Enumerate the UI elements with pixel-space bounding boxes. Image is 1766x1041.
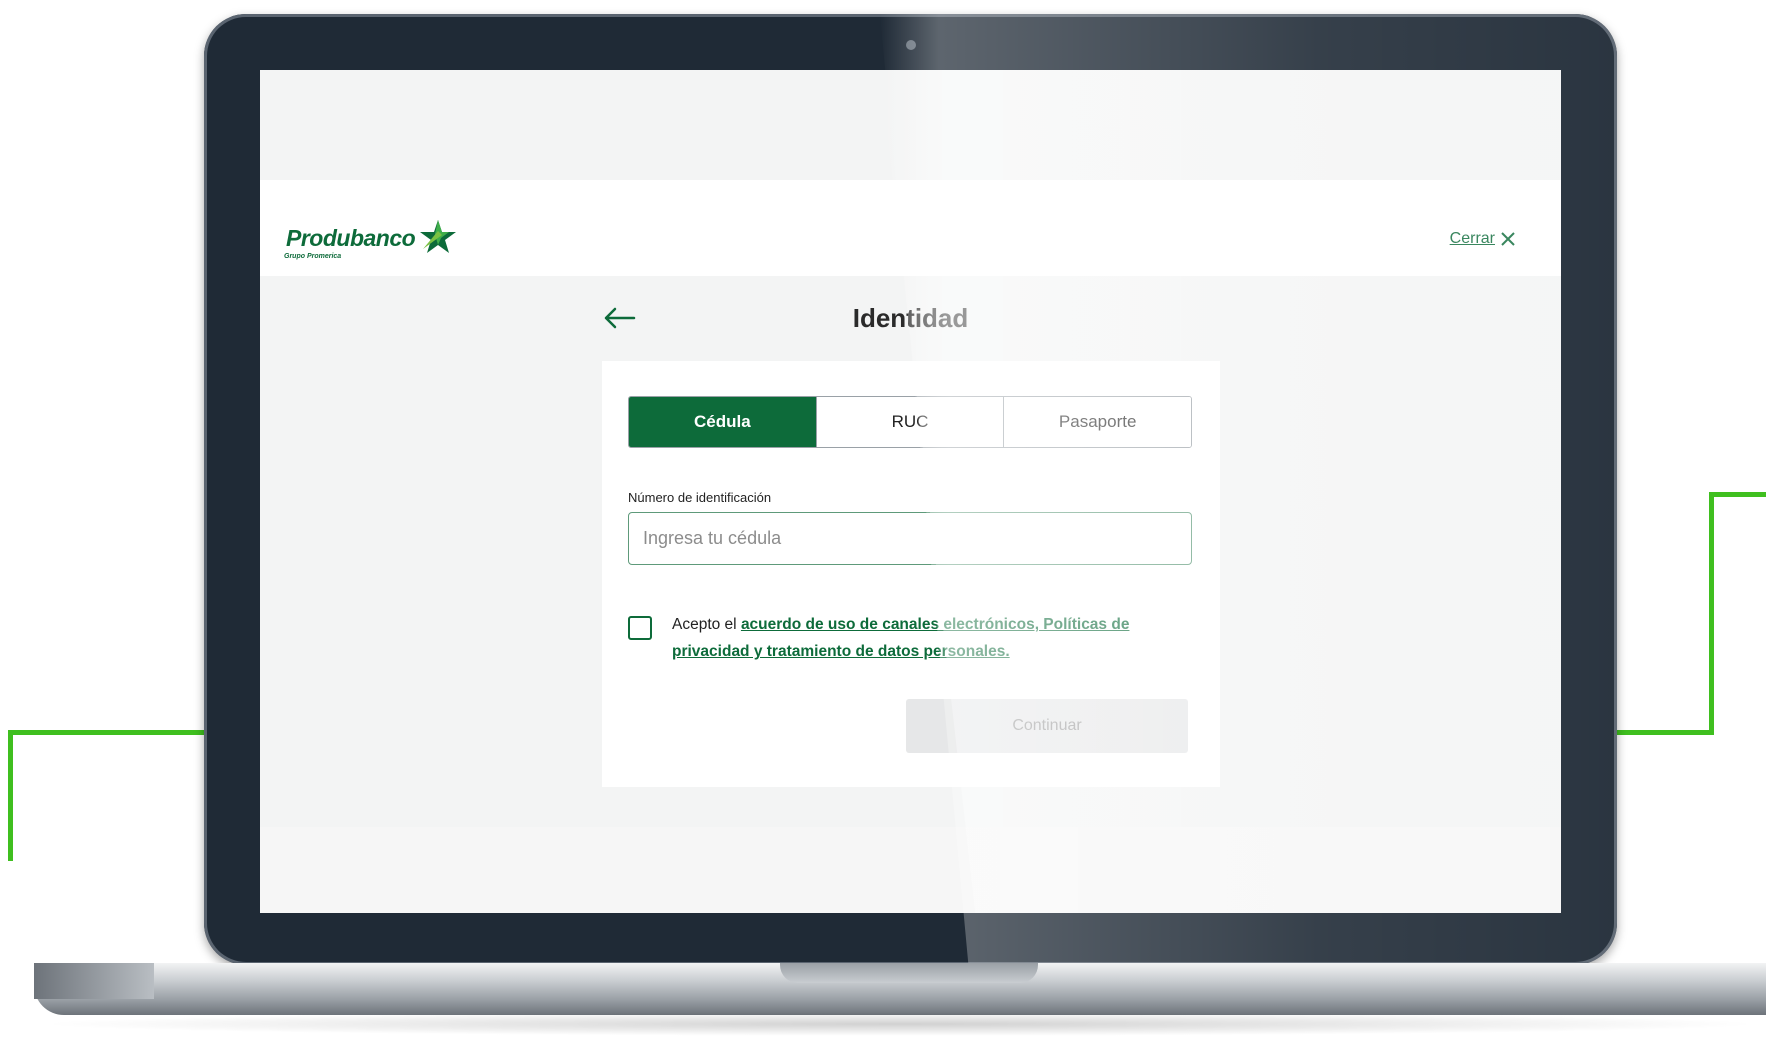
- decorative-line-right-top: [1709, 492, 1766, 497]
- laptop-hinge-notch: [780, 963, 1038, 983]
- top-bar: Produbanco Grupo Promerica Cerrar: [260, 180, 1561, 276]
- decorative-line-left-vertical: [8, 730, 13, 861]
- consent-prefix: Acepto el: [672, 616, 741, 633]
- produbanco-logo: Produbanco Grupo Promerica: [284, 220, 457, 260]
- tab-pasaporte[interactable]: Pasaporte: [1003, 397, 1191, 447]
- page-title: Identidad: [852, 303, 969, 333]
- decorative-line-left-horizontal: [8, 730, 208, 735]
- camera-icon: [906, 40, 916, 50]
- close-label: Cerrar: [1449, 230, 1495, 247]
- star-logo-icon: [420, 220, 457, 253]
- logo-tagline: Grupo Promerica: [284, 253, 342, 260]
- consent-policy-link[interactable]: acuerdo de uso de canales electrónicos, …: [672, 616, 1129, 660]
- close-icon: [1501, 232, 1515, 246]
- laptop-shadow: [34, 1012, 1766, 1036]
- consent-text: Acepto el acuerdo de uso de canales elec…: [672, 611, 1172, 665]
- id-number-input[interactable]: [628, 512, 1192, 565]
- id-field-label: Número de identificación: [628, 490, 772, 505]
- close-button[interactable]: Cerrar: [1450, 230, 1517, 248]
- consent-checkbox[interactable]: [628, 616, 652, 640]
- tab-ruc[interactable]: RUC: [815, 397, 1004, 447]
- app-screen: Produbanco Grupo Promerica Cerrar Identi…: [260, 70, 1561, 913]
- laptop-base-edge: [34, 963, 154, 999]
- identity-card: Cédula RUC Pasaporte Número de identific…: [602, 361, 1220, 787]
- footer-band: [260, 827, 1561, 913]
- continue-button[interactable]: Continuar: [906, 699, 1188, 753]
- tab-cedula[interactable]: Cédula: [629, 397, 816, 447]
- decorative-line-right-vertical: [1709, 492, 1714, 735]
- logo-wordmark: Produbanco: [286, 225, 416, 251]
- decorative-line-right-horizontal: [1610, 730, 1714, 735]
- id-type-tabs: Cédula RUC Pasaporte: [628, 396, 1192, 448]
